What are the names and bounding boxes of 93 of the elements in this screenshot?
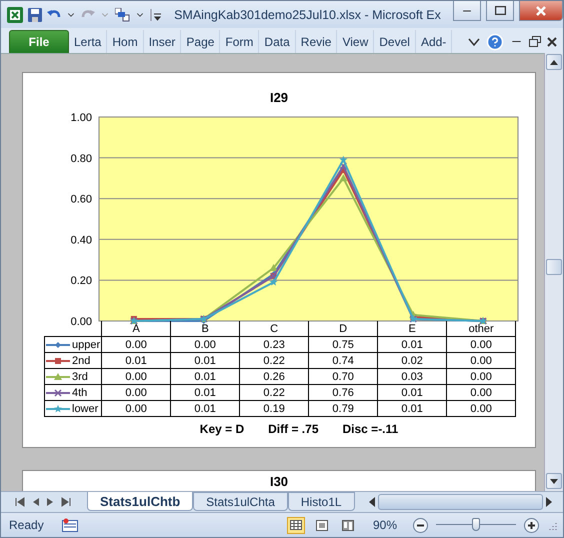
axis-tick-label: 0.40 <box>70 234 92 246</box>
sheet-tab[interactable]: Stats1ulChtb <box>87 492 194 511</box>
table-cell: 0.00 <box>170 336 240 352</box>
zoom-in-icon[interactable] <box>524 518 539 532</box>
view-button[interactable] <box>286 516 305 534</box>
page-icon <box>316 520 328 530</box>
table-cell: 0.03 <box>378 368 447 384</box>
table-cell: 0.23 <box>240 336 309 352</box>
table-cell: 0.19 <box>240 400 309 416</box>
chart-title: I30 <box>270 474 288 489</box>
right-arrow-icon[interactable] <box>545 497 553 507</box>
legend-entry: 2nd <box>44 352 102 368</box>
restore-icon <box>494 6 506 15</box>
customize-icon[interactable] <box>150 8 162 22</box>
vertical-scrollbar[interactable] <box>544 53 563 491</box>
table-cell: 0.00 <box>102 368 171 384</box>
close-icon <box>536 6 546 16</box>
file-tab[interactable]: File <box>9 30 69 53</box>
sheet-tab[interactable]: Histo1L <box>288 492 355 511</box>
shapes-icon[interactable] <box>115 8 130 22</box>
table-cell: 0.70 <box>308 368 378 384</box>
table-cell: 0.01 <box>170 352 240 368</box>
table-cell: 0.01 <box>170 384 240 400</box>
help-icon[interactable] <box>486 32 504 50</box>
scroll-thumb[interactable] <box>546 258 562 275</box>
left-arrow-icon[interactable] <box>368 497 376 507</box>
table-cell: 0.00 <box>446 384 516 400</box>
legend-entry: upper <box>44 336 102 352</box>
zoom-level[interactable]: 90% <box>372 518 397 532</box>
category-label: D <box>308 321 378 336</box>
table-cell: 0.00 <box>102 384 171 400</box>
table-cell: 0.00 <box>102 336 171 352</box>
category-label: C <box>240 321 309 336</box>
table-cell: 0.00 <box>446 336 516 352</box>
axis-tick-label: 1.00 <box>70 112 92 124</box>
save-icon[interactable] <box>28 8 42 22</box>
macro-record-icon[interactable] <box>62 518 78 532</box>
axis-tick-label: 0.20 <box>70 275 92 288</box>
table-cell: 0.00 <box>446 352 516 368</box>
close-button[interactable] <box>519 1 563 21</box>
chevron-icon[interactable] <box>468 36 480 46</box>
excel-icon[interactable] <box>7 6 23 22</box>
minimize-button[interactable] <box>453 1 481 21</box>
point <box>270 264 278 271</box>
axis-tick-label: 0.80 <box>70 152 92 165</box>
window-title: SMAingKab301demo25Jul10.xlsx - Microsoft Ex <box>173 8 442 22</box>
legend-entry: 4th <box>44 384 102 400</box>
sheet-tab[interactable]: Stats1ulChta <box>193 492 288 511</box>
table-cell: 0.22 <box>240 384 309 400</box>
grid-icon <box>290 520 302 530</box>
table-cell: 0.01 <box>378 336 447 352</box>
table-cell: 0.74 <box>308 352 378 368</box>
status-text: Ready <box>9 518 44 532</box>
close-icon[interactable] <box>547 36 557 46</box>
point <box>340 162 348 170</box>
table-cell: 0.00 <box>446 400 516 416</box>
up-arrow-icon <box>550 60 558 64</box>
table-cell: 0.01 <box>170 400 240 416</box>
chart-stat: Diff = .75 <box>268 422 318 436</box>
legend-entry: lower <box>44 400 102 416</box>
axis-tick-label: 0.60 <box>70 194 92 206</box>
point <box>270 278 278 286</box>
table-cell: 0.75 <box>308 336 378 352</box>
page-break-icon <box>342 520 354 530</box>
axis-tick-label: 0.00 <box>70 316 92 328</box>
table-cell: 0.01 <box>170 368 240 384</box>
scroll-up-button[interactable] <box>546 54 562 70</box>
category-label: E <box>378 321 447 336</box>
chart-stat: Key = D <box>200 422 244 436</box>
maximize-button[interactable] <box>486 1 514 21</box>
legend-entry: 3rd <box>44 368 102 384</box>
table-cell: 0.00 <box>102 400 171 416</box>
table-cell: 0.79 <box>308 400 378 416</box>
restore-icon[interactable] <box>529 36 541 47</box>
table-cell: 0.02 <box>378 352 447 368</box>
zoom-out-icon[interactable] <box>413 518 428 532</box>
table-cell: 0.01 <box>102 352 171 368</box>
resize-grip-icon[interactable] <box>547 520 557 530</box>
scroll-down-button[interactable] <box>546 473 562 489</box>
table-cell: 0.01 <box>378 384 447 400</box>
chart-stat: Disc =-.11 <box>342 422 398 436</box>
category-label: other <box>446 321 516 336</box>
point <box>339 174 348 182</box>
category-label: B <box>170 321 240 336</box>
category-label: A <box>102 321 171 336</box>
table-cell: 0.76 <box>308 384 378 400</box>
table-cell: 0.22 <box>240 352 309 368</box>
table-cell: 0.26 <box>240 368 309 384</box>
table-cell: 0.01 <box>378 400 447 416</box>
down-arrow-icon <box>550 478 558 484</box>
chart-title: I29 <box>270 90 288 105</box>
table-cell: 0.00 <box>446 368 516 384</box>
point <box>339 156 348 164</box>
